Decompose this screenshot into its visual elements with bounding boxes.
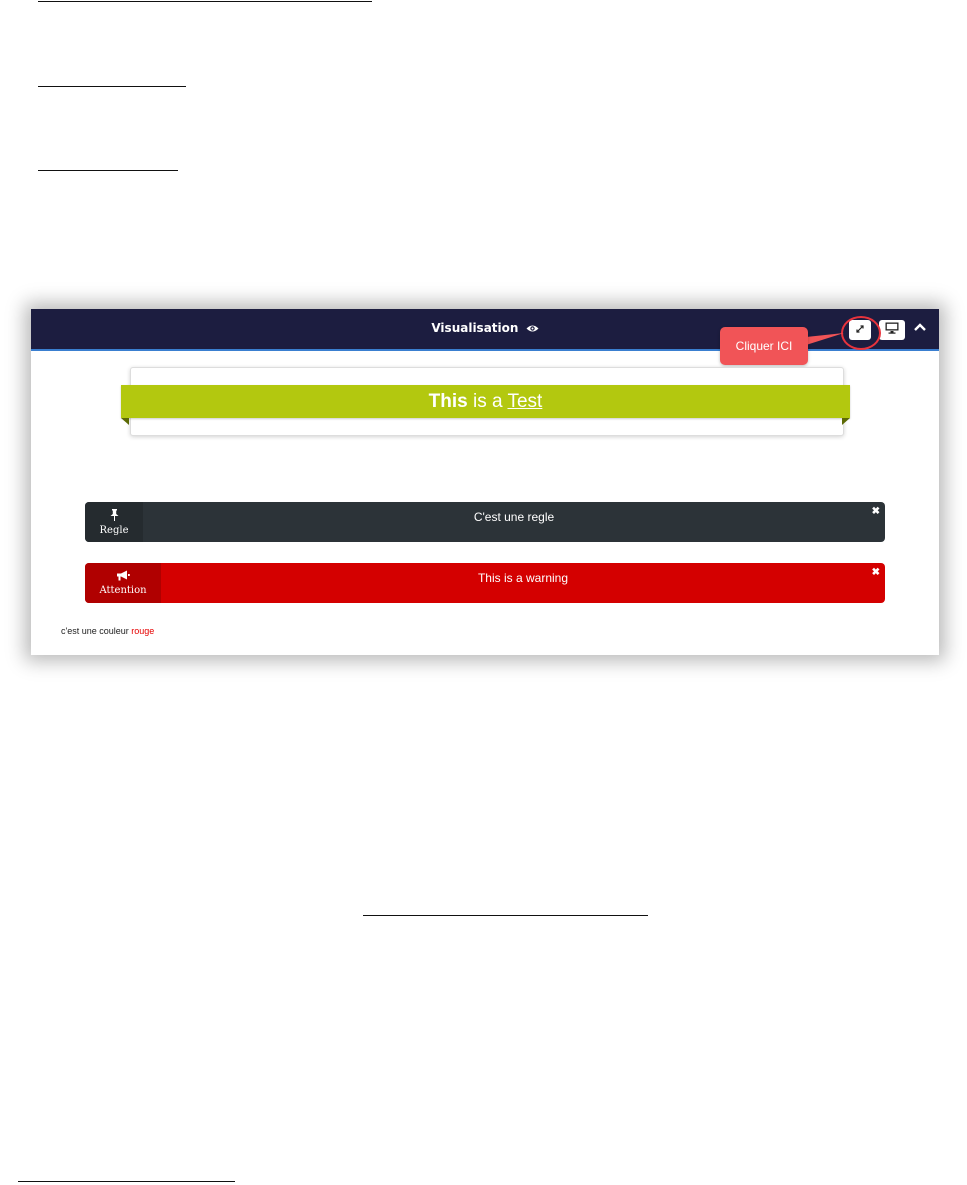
screen-mode-button[interactable] [879, 320, 905, 340]
rule-alert-message: C'est une regle [473, 510, 555, 524]
heading-underline-5 [18, 1181, 235, 1182]
heading-underline-1 [38, 1, 372, 2]
expand-button-highlight [841, 316, 881, 350]
warning-alert-close-icon[interactable]: ✖ [872, 567, 880, 578]
ribbon-fold-left [121, 418, 129, 425]
rule-alert: Regle C'est une regle ✖ [85, 502, 885, 542]
ribbon-fold-right [842, 418, 850, 425]
warning-alert-tag-label: Attention [99, 585, 147, 596]
preview-title-text: Visualisation [431, 321, 519, 335]
preview-screenshot: Visualisation Cliquer ICI This is a Test… [31, 309, 939, 655]
color-sample-word: rouge [131, 626, 155, 636]
rule-alert-tag: Regle [85, 502, 143, 542]
color-sample-prefix: c'est une couleur [61, 626, 132, 636]
heading-underline-3 [38, 170, 178, 171]
banner-underlined-word: Test [507, 391, 543, 412]
warning-alert-message: This is a warning [477, 571, 569, 585]
callout-text: Cliquer ICI [735, 339, 793, 353]
collapse-button[interactable] [912, 318, 928, 336]
rule-alert-close-icon[interactable]: ✖ [872, 506, 880, 517]
warning-alert-tag: Attention [85, 563, 161, 603]
color-sample-line: c'est une couleur rouge [61, 626, 154, 636]
warning-alert: Attention This is a warning ✖ [85, 563, 885, 603]
heading-underline-4 [363, 915, 648, 916]
eye-icon [526, 322, 539, 336]
chevron-up-icon [914, 318, 926, 336]
annotation-callout: Cliquer ICI [720, 327, 808, 365]
rule-alert-tag-label: Regle [99, 524, 129, 536]
pushpin-icon [110, 508, 119, 524]
banner-bold-word: This [428, 391, 468, 412]
bullhorn-icon [116, 570, 130, 584]
ribbon-banner: This is a Test [121, 385, 850, 418]
monitor-icon [885, 321, 899, 339]
callout-pointer [806, 333, 844, 345]
heading-underline-2 [38, 86, 186, 87]
banner-middle-text: is a [467, 391, 508, 412]
